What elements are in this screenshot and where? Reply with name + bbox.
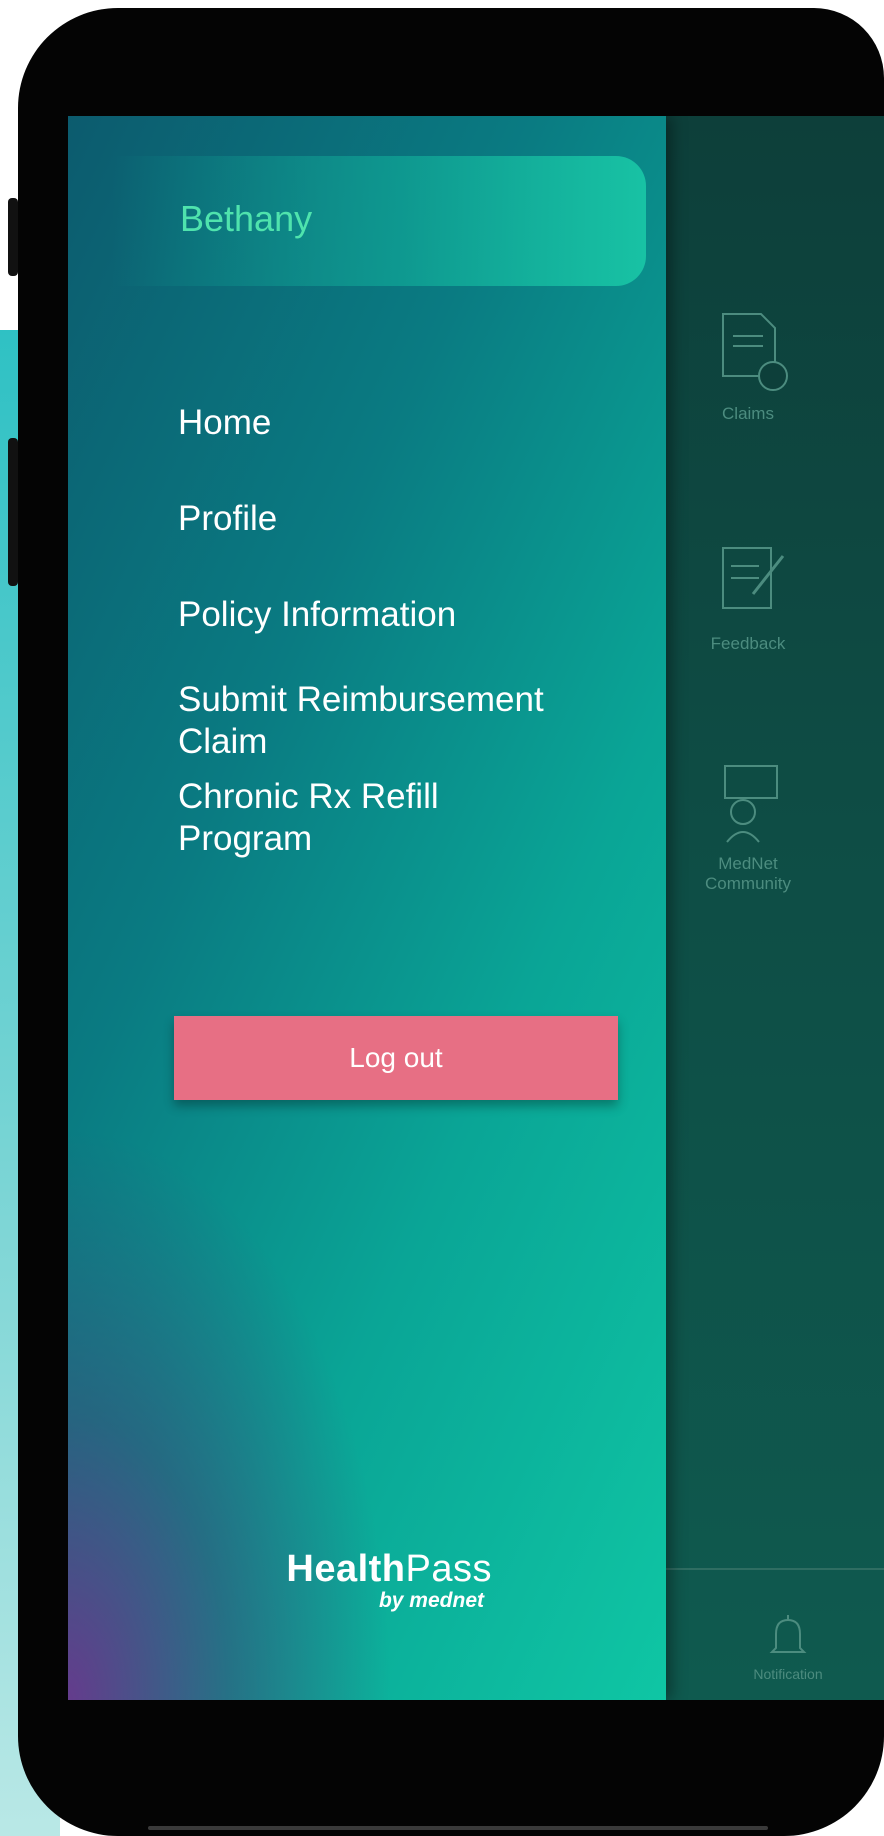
community-tile[interactable]: MedNet Community xyxy=(688,756,808,894)
menu-item-chronic-rx-refill[interactable]: Chronic Rx Refill Program xyxy=(178,776,498,860)
menu-item-policy-information[interactable]: Policy Information xyxy=(178,594,638,636)
pen-paper-icon xyxy=(722,547,785,609)
feedback-tile[interactable]: Feedback xyxy=(688,536,808,654)
phone-frame: Claims Feedback MedNet Community Notific… xyxy=(8,8,884,1836)
community-label: MedNet Community xyxy=(705,854,791,893)
healthpass-logo: HealthPass by mednet xyxy=(262,1548,492,1613)
claims-tile[interactable]: Claims xyxy=(688,306,808,424)
menu-item-submit-reimbursement-claim[interactable]: Submit Reimbursement Claim xyxy=(178,679,638,763)
claims-label: Claims xyxy=(722,404,774,423)
user-name: Bethany xyxy=(180,198,313,239)
brand-main-light: Pass xyxy=(405,1548,492,1590)
notification-label: Notification xyxy=(753,1666,823,1682)
phone-volume-button xyxy=(8,438,18,586)
notification-tab[interactable]: Notification xyxy=(718,1614,858,1682)
menu-item-profile[interactable]: Profile xyxy=(178,498,638,540)
brand-sub: by mednet xyxy=(378,1589,484,1612)
document-icon xyxy=(722,313,788,391)
app-screen: Claims Feedback MedNet Community Notific… xyxy=(68,116,884,1700)
tabbar-divider xyxy=(666,1568,884,1570)
phone-side-button xyxy=(8,198,18,276)
feedback-label: Feedback xyxy=(710,634,786,653)
phone-bottom-edge xyxy=(148,1826,768,1830)
brand-main-bold: Health xyxy=(286,1548,406,1590)
community-icon xyxy=(724,765,778,843)
menu-item-home[interactable]: Home xyxy=(178,402,638,444)
logout-button[interactable]: Log out xyxy=(174,1016,618,1100)
navigation-drawer: Bethany Home Profile Policy Information … xyxy=(68,116,666,1700)
bell-icon xyxy=(769,1615,807,1653)
